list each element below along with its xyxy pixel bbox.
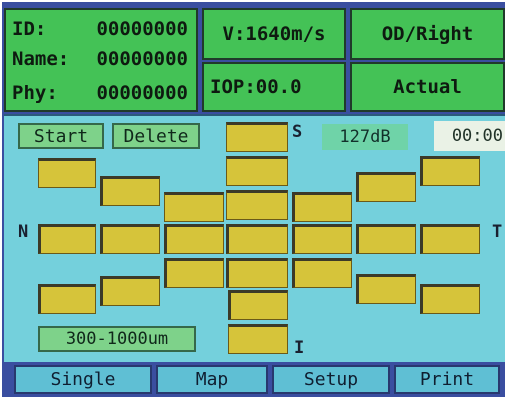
tab-single-label: Single (50, 369, 116, 390)
measurement-cell[interactable] (100, 276, 160, 306)
measurement-cell[interactable] (164, 224, 224, 254)
gain-value: 127dB (339, 127, 391, 147)
measurement-cell[interactable] (164, 258, 224, 288)
name-value: 00000000 (96, 48, 188, 70)
name-label: Name: (12, 48, 70, 70)
measurement-cell[interactable] (228, 290, 288, 320)
measurement-cell[interactable] (164, 192, 224, 222)
eye-select-button[interactable]: OD/Right (350, 8, 505, 60)
orientation-temporal: T (492, 222, 503, 242)
phy-label: Phy: (12, 82, 58, 104)
measurement-cell[interactable] (292, 224, 352, 254)
measurement-cell[interactable] (356, 224, 416, 254)
iop-button[interactable]: IOP:00.0 (202, 62, 346, 112)
measurement-cell[interactable] (226, 122, 288, 152)
measurement-cell[interactable] (420, 224, 480, 254)
measurement-cell[interactable] (226, 258, 288, 288)
measurement-cell[interactable] (420, 284, 480, 314)
measurement-cell[interactable] (38, 224, 96, 254)
start-button[interactable]: Start (18, 123, 104, 149)
timer-value: 00:00 (451, 126, 503, 146)
id-label: ID: (12, 18, 47, 40)
patient-phy-row: Phy: 00000000 (12, 82, 188, 104)
eye-value: OD/Right (381, 23, 474, 45)
orientation-inferior: I (294, 338, 305, 358)
pachymetry-map-area: Start Delete S N T I 127dB 00:00 300-100… (4, 114, 505, 362)
orientation-superior: S (292, 122, 303, 142)
patient-name-row: Name: 00000000 (12, 48, 188, 70)
start-button-label: Start (33, 125, 89, 147)
gain-readout: 127dB (322, 124, 408, 150)
orientation-nasal: N (18, 222, 29, 242)
range-button[interactable]: 300-1000um (38, 326, 196, 352)
tab-map[interactable]: Map (156, 365, 268, 394)
id-value: 00000000 (96, 18, 188, 40)
delete-button[interactable]: Delete (112, 123, 200, 149)
tab-map-label: Map (195, 369, 229, 390)
bottom-tab-bar: Single Map Setup Print (2, 362, 505, 397)
tab-setup[interactable]: Setup (272, 365, 390, 394)
tab-print-label: Print (419, 369, 475, 390)
measurement-cell[interactable] (100, 224, 160, 254)
measurement-cell[interactable] (356, 172, 416, 202)
measurement-cell[interactable] (292, 192, 352, 222)
delete-button-label: Delete (123, 125, 189, 147)
measurement-cell[interactable] (226, 190, 288, 220)
velocity-value: V:1640m/s (222, 23, 326, 45)
measurement-cell[interactable] (100, 176, 160, 206)
phy-value: 00000000 (96, 82, 188, 104)
device-screen: ID: 00000000 Name: 00000000 Phy: 0000000… (2, 2, 505, 397)
tab-setup-label: Setup (303, 369, 359, 390)
measurement-cell[interactable] (292, 258, 352, 288)
tab-single[interactable]: Single (14, 365, 152, 394)
timer-readout: 00:00 (434, 121, 505, 151)
measurement-cell[interactable] (38, 158, 96, 188)
mode-value: Actual (393, 76, 462, 98)
iop-value: IOP:00.0 (210, 76, 302, 98)
measurement-cell[interactable] (228, 324, 288, 354)
velocity-button[interactable]: V:1640m/s (202, 8, 346, 60)
patient-info-panel[interactable]: ID: 00000000 Name: 00000000 Phy: 0000000… (4, 8, 198, 112)
measurement-cell[interactable] (38, 284, 96, 314)
measurement-cell[interactable] (420, 156, 480, 186)
tab-print[interactable]: Print (394, 365, 500, 394)
patient-id-row: ID: 00000000 (12, 18, 188, 40)
mode-button[interactable]: Actual (350, 62, 505, 112)
measurement-cell[interactable] (356, 274, 416, 304)
measurement-cell[interactable] (226, 156, 288, 186)
measurement-cell[interactable] (226, 224, 288, 254)
range-value: 300-1000um (65, 329, 169, 349)
